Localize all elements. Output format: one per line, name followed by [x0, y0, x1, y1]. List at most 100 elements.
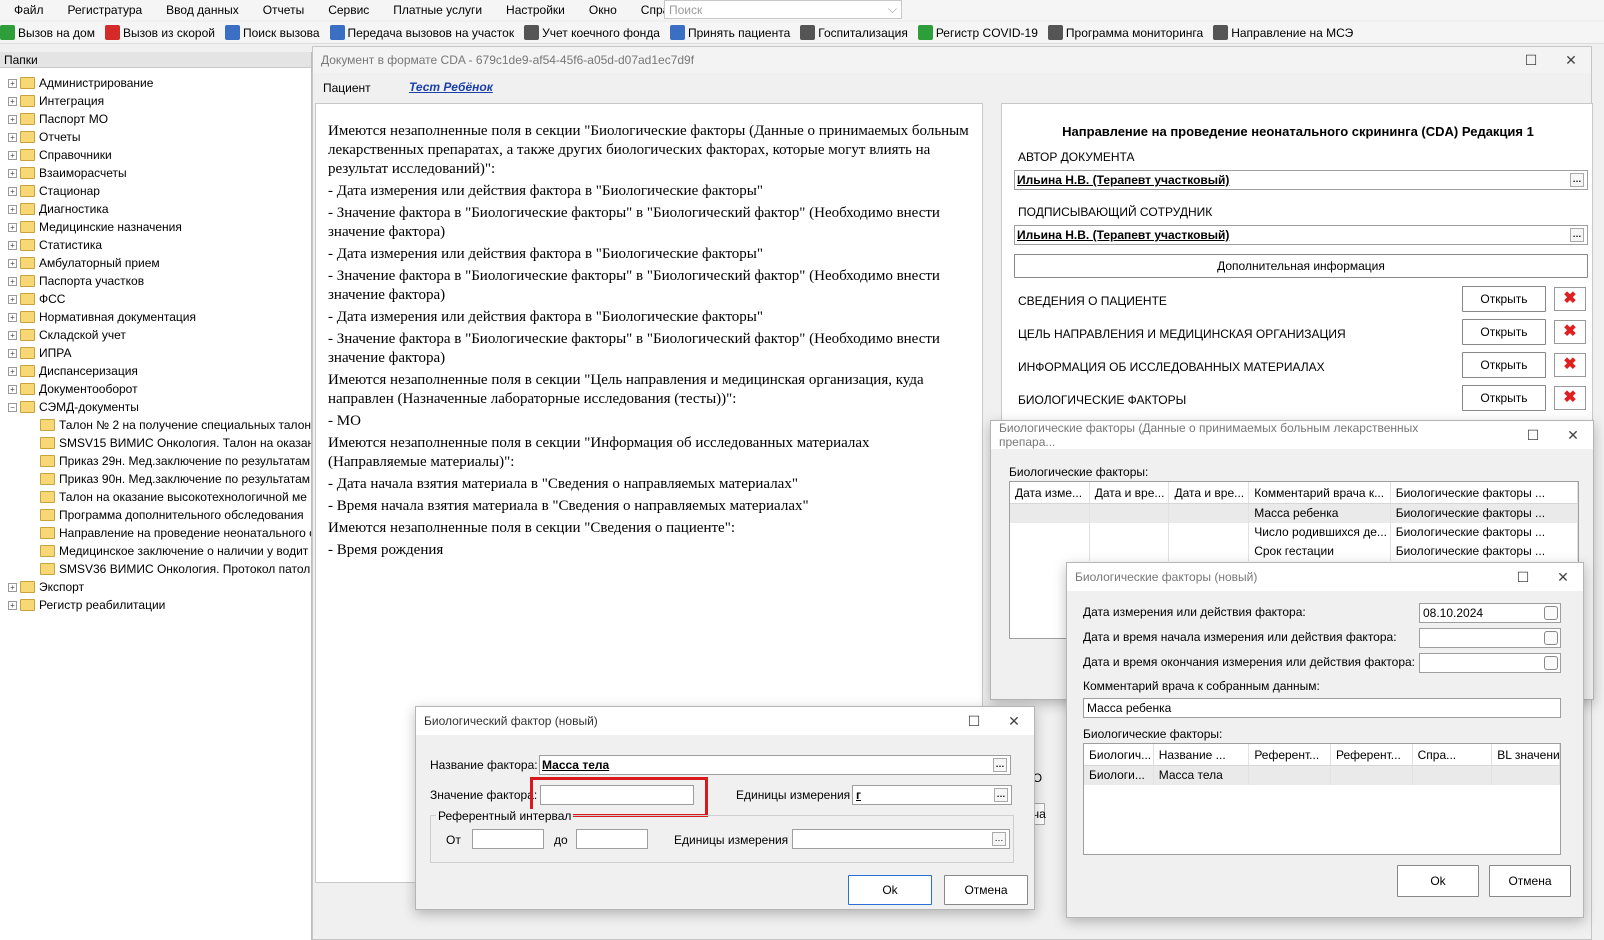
expand-icon[interactable]: +	[8, 366, 17, 376]
ellipsis-icon[interactable]: …	[994, 788, 1008, 802]
minimize-icon[interactable]	[1471, 52, 1511, 69]
tree-item[interactable]: SMSV15 ВИМИС Онкология. Талон на оказани	[0, 434, 311, 452]
table-row[interactable]: Число родившихся де... Биологические факт…	[1010, 523, 1578, 542]
expand-icon[interactable]: +	[8, 384, 17, 394]
toolbar-button[interactable]: Программа мониторинга	[1047, 25, 1203, 40]
toolbar-button[interactable]: Принять пациента	[669, 25, 790, 40]
table-row[interactable]: Срок гестации Биологические факторы ...	[1010, 542, 1578, 561]
ok-button[interactable]: Ok	[1397, 865, 1479, 897]
expand-icon[interactable]: +	[8, 186, 17, 196]
column-header[interactable]: Референт...	[1331, 744, 1413, 765]
expand-icon[interactable]: +	[8, 204, 17, 214]
tree-item[interactable]: Программа дополнительного обследования	[0, 506, 311, 524]
tree-item[interactable]: Приказ 29н. Мед.заключение по результата…	[0, 452, 311, 470]
tree-item[interactable]: + Стационар	[0, 182, 311, 200]
calendar-icon[interactable]	[1544, 656, 1558, 670]
expand-icon[interactable]: +	[8, 78, 17, 88]
close-icon[interactable]: ✕	[1553, 427, 1593, 444]
close-icon[interactable]: ✕	[1543, 569, 1583, 586]
toolbar-button[interactable]: Регистр COVID-19	[917, 25, 1038, 40]
expand-icon[interactable]: +	[8, 222, 17, 232]
expand-icon[interactable]: +	[8, 258, 17, 268]
ellipsis-icon[interactable]: …	[992, 832, 1006, 846]
column-header[interactable]: Дата и вре...	[1169, 482, 1250, 503]
tree-item[interactable]: + Диагностика	[0, 200, 311, 218]
table-row[interactable]: Масса ребенка Биологические факторы ...	[1010, 504, 1578, 523]
expand-icon[interactable]: −	[8, 402, 17, 412]
menu-item[interactable]: Платные услуги	[379, 3, 492, 17]
search-input[interactable]: Поиск ⌵	[664, 0, 902, 19]
tree-item[interactable]: + Статистика	[0, 236, 311, 254]
tree-item[interactable]: + Диспансеризация	[0, 362, 311, 380]
end-date-input[interactable]	[1419, 653, 1561, 673]
menu-item[interactable]: Ввод данных	[152, 3, 249, 17]
toolbar-button[interactable]: Поиск вызова	[224, 25, 320, 40]
open-button[interactable]: Открыть	[1462, 319, 1546, 345]
tree-item[interactable]: + Отчеты	[0, 128, 311, 146]
calendar-icon[interactable]	[1544, 631, 1558, 645]
delete-icon[interactable]: ✖	[1554, 386, 1586, 410]
bio-new-grid[interactable]: Биологич... Название ... Референт... Рефере…	[1083, 743, 1561, 855]
ref-units-field[interactable]: …	[792, 829, 1010, 849]
expand-icon[interactable]: +	[8, 582, 17, 592]
tree-item[interactable]: Талон № 2 на получение специальных талон	[0, 416, 311, 434]
calendar-icon[interactable]	[1544, 606, 1558, 620]
expand-icon[interactable]: +	[8, 132, 17, 142]
tree-item[interactable]: + Документооборот	[0, 380, 311, 398]
maximize-icon[interactable]: ☐	[954, 713, 994, 730]
column-header[interactable]: BL значение	[1492, 744, 1560, 765]
expand-icon[interactable]: +	[8, 276, 17, 286]
delete-icon[interactable]: ✖	[1554, 287, 1586, 311]
cancel-button[interactable]: Отмена	[944, 875, 1028, 905]
toolbar-button[interactable]: Госпитализация	[800, 25, 908, 40]
maximize-icon[interactable]: ☐	[1513, 427, 1553, 444]
tree-item[interactable]: + Паспорта участков	[0, 272, 311, 290]
ellipsis-icon[interactable]: …	[993, 758, 1007, 772]
additional-info-button[interactable]: Дополнительная информация	[1014, 254, 1588, 278]
tree-item[interactable]: + Амбулаторный прием	[0, 254, 311, 272]
tree-item[interactable]: + Паспорт МО	[0, 110, 311, 128]
tree-item[interactable]: Приказ 90н. Мед.заключение по результата…	[0, 470, 311, 488]
expand-icon[interactable]: +	[8, 114, 17, 124]
expand-icon[interactable]: +	[8, 348, 17, 358]
tree-item[interactable]: Медицинское заключение о наличии у водит	[0, 542, 311, 560]
expand-icon[interactable]: +	[8, 168, 17, 178]
expand-icon[interactable]: +	[8, 330, 17, 340]
tree-item[interactable]: + Складской учет	[0, 326, 311, 344]
cancel-button[interactable]: Отмена	[1489, 865, 1571, 897]
open-button[interactable]: Открыть	[1462, 352, 1546, 378]
column-header[interactable]: Биологические факторы ...	[1391, 482, 1578, 503]
ellipsis-icon[interactable]: …	[1570, 173, 1584, 187]
from-input[interactable]	[472, 829, 544, 849]
close-icon[interactable]: ✕	[1551, 52, 1591, 69]
tree-item[interactable]: + Интеграция	[0, 92, 311, 110]
column-header[interactable]: Комментарий врача к...	[1249, 482, 1391, 503]
tree-item[interactable]: + Экспорт	[0, 578, 311, 596]
tree-item[interactable]: + ФСС	[0, 290, 311, 308]
ellipsis-icon[interactable]: …	[1570, 228, 1584, 242]
expand-icon[interactable]: +	[8, 600, 17, 610]
maximize-icon[interactable]: ☐	[1511, 52, 1551, 69]
patient-link[interactable]: Тест Ребёнок	[409, 80, 493, 94]
expand-icon[interactable]: +	[8, 312, 17, 322]
delete-icon[interactable]: ✖	[1554, 353, 1586, 377]
delete-icon[interactable]: ✖	[1554, 320, 1586, 344]
tree-item[interactable]: − СЭМД-документы	[0, 398, 311, 416]
comment-input[interactable]: Масса ребенка	[1083, 698, 1561, 718]
tree-item[interactable]: Направление на проведение неонатального …	[0, 524, 311, 542]
column-header[interactable]: Дата изме...	[1010, 482, 1090, 503]
tree-item[interactable]: SMSV36 ВИМИС Онкология. Протокол патол	[0, 560, 311, 578]
ok-button[interactable]: Ok	[848, 875, 932, 905]
column-header[interactable]: Спра...	[1413, 744, 1493, 765]
menu-item[interactable]: Настройки	[492, 3, 575, 17]
open-button[interactable]: Открыть	[1462, 385, 1546, 411]
maximize-icon[interactable]: ☐	[1503, 569, 1543, 586]
menu-item[interactable]: Регистратура	[54, 3, 153, 17]
tree-item[interactable]: + Регистр реабилитации	[0, 596, 311, 614]
toolbar-button[interactable]: Вызов из скорой	[104, 25, 215, 40]
toolbar-button[interactable]: Вызов на дом	[0, 25, 95, 40]
menu-item[interactable]: Окно	[575, 3, 627, 17]
menu-item[interactable]: Отчеты	[249, 3, 314, 17]
tree-item[interactable]: Талон на оказание высокотехнологичной ме	[0, 488, 311, 506]
signer-field[interactable]: Ильина Н.В. (Терапевт участковый)…	[1014, 225, 1588, 245]
